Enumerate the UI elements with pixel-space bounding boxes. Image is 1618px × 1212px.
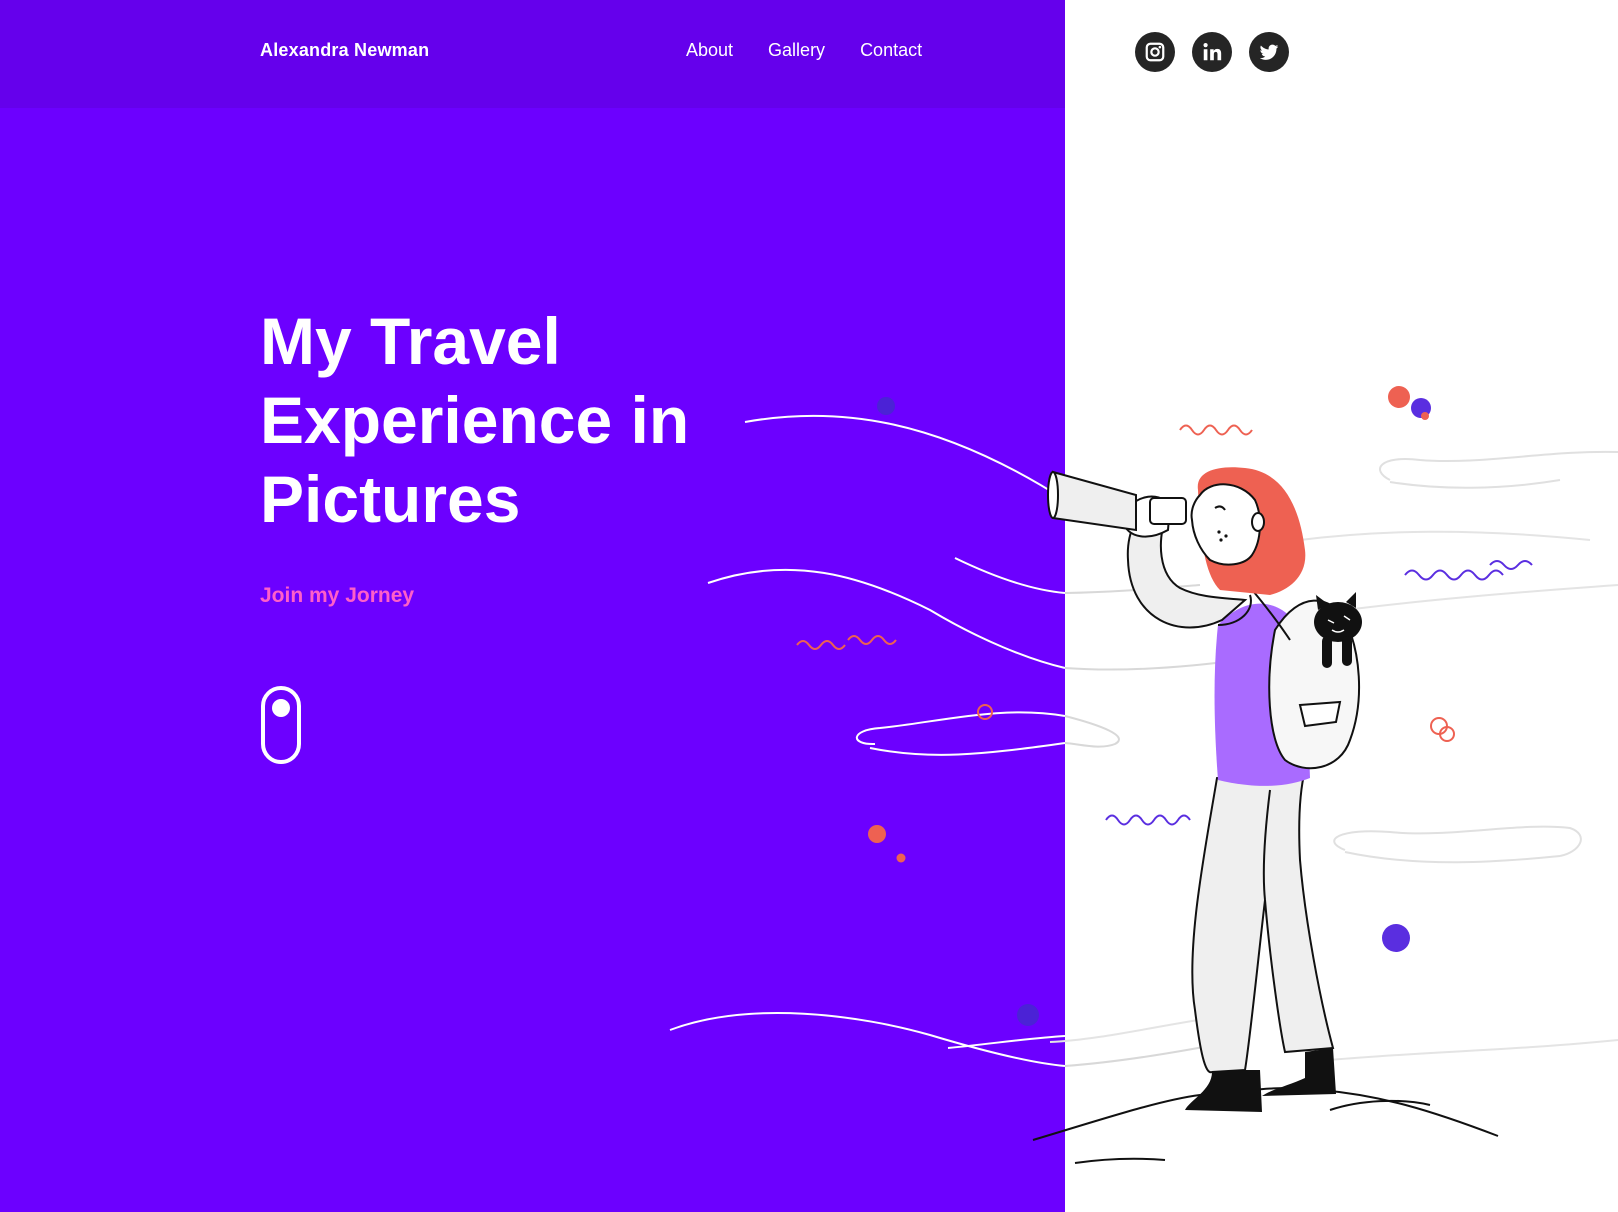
traveler-illustration bbox=[669, 386, 1618, 1164]
